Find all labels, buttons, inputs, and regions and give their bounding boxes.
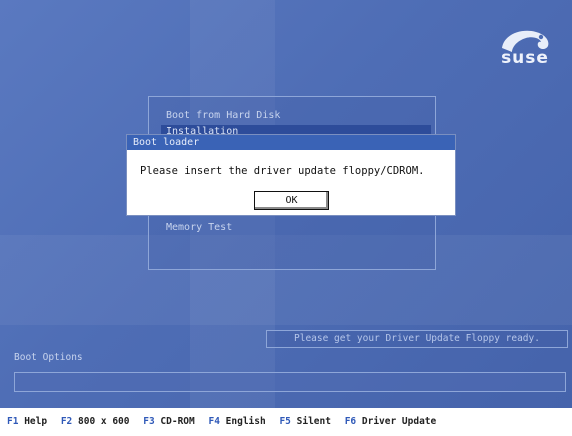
fkey-cdrom[interactable]: F3 CD-ROM — [143, 408, 195, 436]
boot-screen: suse Boot from Hard Disk Installation Me… — [0, 0, 572, 408]
fkey-silent[interactable]: F5 Silent — [279, 408, 331, 436]
menu-item-memory-test[interactable]: Memory Test — [161, 221, 431, 235]
fkey-driver-update[interactable]: F6 Driver Update — [345, 408, 437, 436]
driver-update-dialog: Boot loader Please insert the driver upd… — [126, 134, 456, 216]
fkey-help[interactable]: F1 Help — [7, 408, 47, 436]
boot-options-input[interactable] — [14, 372, 566, 392]
dialog-message: Please insert the driver update floppy/C… — [140, 165, 425, 177]
boot-options-label: Boot Options — [14, 352, 83, 363]
driver-update-hint: Please get your Driver Update Floppy rea… — [266, 330, 568, 348]
suse-logo-text: suse — [501, 48, 549, 68]
fkey-resolution[interactable]: F2 800 x 600 — [61, 408, 130, 436]
function-key-bar: F1 Help F2 800 x 600 F3 CD-ROM F4 Englis… — [0, 408, 572, 436]
ok-button[interactable]: OK — [254, 191, 329, 210]
fkey-language[interactable]: F4 English — [208, 408, 265, 436]
dialog-title: Boot loader — [127, 135, 455, 150]
menu-item-boot-hard-disk[interactable]: Boot from Hard Disk — [161, 109, 431, 123]
